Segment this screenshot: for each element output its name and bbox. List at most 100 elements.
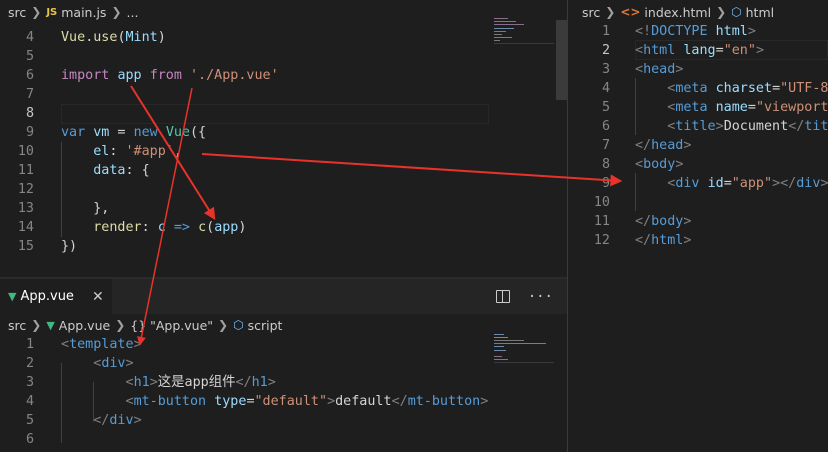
- vue-file-icon: ▼: [46, 318, 55, 332]
- code-line[interactable]: 4 <mt-button type="default">default</mt-…: [0, 392, 567, 411]
- breadcrumb-symbol[interactable]: script: [248, 318, 283, 333]
- code-line[interactable]: 1 <template>: [0, 335, 567, 354]
- breadcrumb-src[interactable]: src: [582, 5, 600, 20]
- app-vue-editor[interactable]: ▼ App.vue ✕ ··· src ❯ ▼ App.vue ❯ {} "Ap…: [0, 279, 567, 452]
- code-line[interactable]: 5: [0, 47, 567, 66]
- chevron-right-icon: ❯: [111, 5, 122, 19]
- code-token: Vue: [61, 30, 86, 45]
- code-line[interactable]: 3 <h1>这是app组件</h1>: [0, 373, 567, 392]
- code-token: ({: [190, 125, 207, 140]
- code-line[interactable]: 14 render: c => c(app): [0, 218, 567, 237]
- code-line[interactable]: 9 <div id="app"></div>: [568, 174, 828, 193]
- code-line[interactable]: 11 </body>: [568, 212, 828, 231]
- code-token: <!: [635, 24, 652, 39]
- code-line[interactable]: 15}): [0, 237, 567, 256]
- more-actions-icon[interactable]: ···: [528, 289, 553, 305]
- tab-app-vue[interactable]: ▼ App.vue ✕: [0, 279, 112, 314]
- code-token: new: [133, 125, 158, 140]
- breadcrumb-src[interactable]: src: [8, 5, 26, 20]
- code-token: "en": [723, 43, 756, 58]
- code-token: el: [93, 144, 110, 159]
- code-line[interactable]: 13 },: [0, 199, 567, 218]
- code-line[interactable]: 12: [0, 180, 567, 199]
- code-token: <: [635, 157, 644, 172]
- code-line[interactable]: 1 <!DOCTYPE html>: [568, 22, 828, 41]
- code-line[interactable]: 5 </div>: [0, 411, 567, 430]
- breadcrumb-file[interactable]: App.vue: [59, 318, 110, 333]
- line-number: 11: [17, 163, 34, 178]
- code-line[interactable]: 5 <meta name="viewport": [568, 98, 828, 117]
- line-number: 5: [25, 49, 34, 64]
- code-token: >: [675, 157, 684, 172]
- line-number: 10: [593, 195, 610, 210]
- code-line[interactable]: 10: [568, 193, 828, 212]
- scrollbar[interactable]: [556, 20, 567, 100]
- line-number: 5: [25, 413, 34, 428]
- breadcrumb-module[interactable]: {} "App.vue": [130, 318, 213, 333]
- code-line[interactable]: 4 Vue.use(Mint): [0, 28, 567, 47]
- line-number: 12: [593, 233, 610, 248]
- code-token: >: [683, 138, 692, 153]
- code-line[interactable]: 6: [0, 430, 567, 449]
- code-text: <body>: [635, 155, 683, 174]
- code-token: app: [117, 68, 142, 83]
- line-number: 1: [25, 337, 34, 352]
- code-token: =: [772, 81, 781, 96]
- breadcrumb-symbol[interactable]: html: [746, 5, 774, 20]
- code-line[interactable]: 11 data: {: [0, 161, 567, 180]
- code-token: body: [651, 214, 684, 229]
- code-text: var vm = new Vue({: [61, 123, 206, 142]
- code-token: "default": [254, 394, 328, 409]
- breadcrumb-symbol[interactable]: ...: [127, 5, 139, 20]
- line-number: 8: [601, 157, 610, 172]
- code-line[interactable]: 7 </head>: [568, 136, 828, 155]
- breadcrumb-file[interactable]: main.js: [61, 5, 106, 20]
- line-number: 3: [25, 375, 34, 390]
- code-token: >: [715, 119, 724, 134]
- code-token: html: [651, 233, 684, 248]
- code-line[interactable]: 3 <head>: [568, 60, 828, 79]
- code-token: >: [125, 356, 134, 371]
- code-token: c: [198, 220, 207, 235]
- code-token: title: [675, 119, 716, 134]
- code-token: data: [93, 163, 126, 178]
- code-text: <mt-button type="default">default</mt-bu…: [61, 392, 489, 411]
- code-text: }): [61, 237, 77, 256]
- code-line[interactable]: 6 <title>Document</title: [568, 117, 828, 136]
- code-line[interactable]: 6 import app from './App.vue': [0, 66, 567, 85]
- code-line[interactable]: 9 var vm = new Vue({: [0, 123, 567, 142]
- code-token: ): [157, 30, 166, 45]
- code-token: default: [335, 394, 392, 409]
- split-editor-icon[interactable]: [495, 290, 510, 303]
- code-line[interactable]: 8 <body>: [568, 155, 828, 174]
- code-token: h1: [251, 375, 268, 390]
- code-token: (: [117, 30, 126, 45]
- code-token: from: [149, 68, 182, 83]
- line-number: 5: [601, 100, 610, 115]
- breadcrumb-file[interactable]: index.html: [644, 5, 711, 20]
- code-token: >: [683, 214, 692, 229]
- code-line[interactable]: 7: [0, 85, 567, 104]
- code-line[interactable]: 4 <meta charset="UTF-8": [568, 79, 828, 98]
- chevron-right-icon: ❯: [31, 5, 42, 19]
- code-line[interactable]: 10 el: '#app',: [0, 142, 567, 161]
- breadcrumb-src[interactable]: src: [8, 318, 26, 333]
- code-token: DOCTYPE: [651, 24, 708, 39]
- code-token: title: [804, 119, 828, 134]
- close-icon[interactable]: ✕: [92, 289, 104, 305]
- code-line[interactable]: 8: [0, 104, 567, 123]
- index-html-editor[interactable]: src ❯ <> index.html ❯ ⬡ html 1 <!DOCTYPE …: [568, 0, 828, 452]
- line-number: 4: [25, 394, 34, 409]
- code-line[interactable]: 2 <div>: [0, 354, 567, 373]
- code-line[interactable]: 2 <html lang="en">: [568, 41, 828, 60]
- code-token: var: [61, 125, 86, 140]
- code-line[interactable]: 12 </html>: [568, 231, 828, 250]
- main-js-editor[interactable]: src ❯ JS main.js ❯ ... 4 Vue.use(Mint) 5 6 i…: [0, 0, 567, 277]
